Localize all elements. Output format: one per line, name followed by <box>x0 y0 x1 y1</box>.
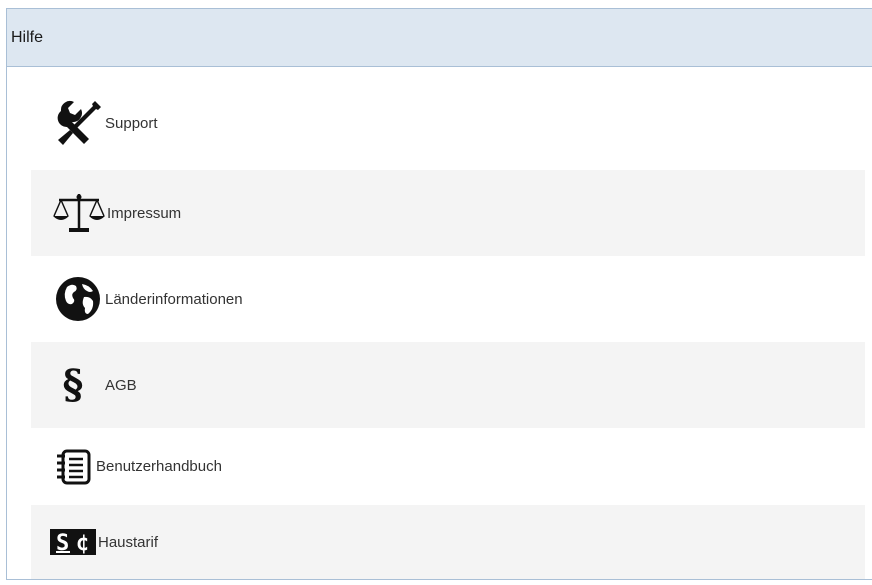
help-item-label: Benutzerhandbuch <box>96 458 222 475</box>
help-item-support[interactable]: Support <box>31 76 865 170</box>
panel-header: Hilfe <box>7 9 872 67</box>
scales-icon <box>51 190 107 236</box>
help-item-haustarif[interactable]: S ¢ Haustarif <box>31 505 865 579</box>
help-item-label: AGB <box>105 376 137 394</box>
help-panel: Hilfe Support Impressum Länderinformatio… <box>6 8 872 580</box>
panel-title: Hilfe <box>11 28 44 46</box>
price-tag-icon: S ¢ <box>48 525 98 559</box>
globe-icon <box>51 275 105 323</box>
help-item-impressum[interactable]: Impressum <box>31 170 865 256</box>
help-item-label: Support <box>105 114 158 132</box>
help-item-agb[interactable]: § AGB <box>31 342 865 428</box>
help-item-label: Haustarif <box>98 533 159 551</box>
help-item-label: Länderinformationen <box>105 290 243 308</box>
help-item-label: Impressum <box>107 204 182 222</box>
tools-icon <box>53 97 105 149</box>
help-item-benutzerhandbuch[interactable]: Benutzerhandbuch <box>31 428 865 505</box>
help-list: Support Impressum Länderinformationen § … <box>31 76 865 579</box>
help-item-laenderinformationen[interactable]: Länderinformationen <box>31 256 865 342</box>
svg-text:¢: ¢ <box>76 531 89 556</box>
notebook-icon <box>50 449 96 485</box>
paragraph-icon: § <box>62 361 84 408</box>
